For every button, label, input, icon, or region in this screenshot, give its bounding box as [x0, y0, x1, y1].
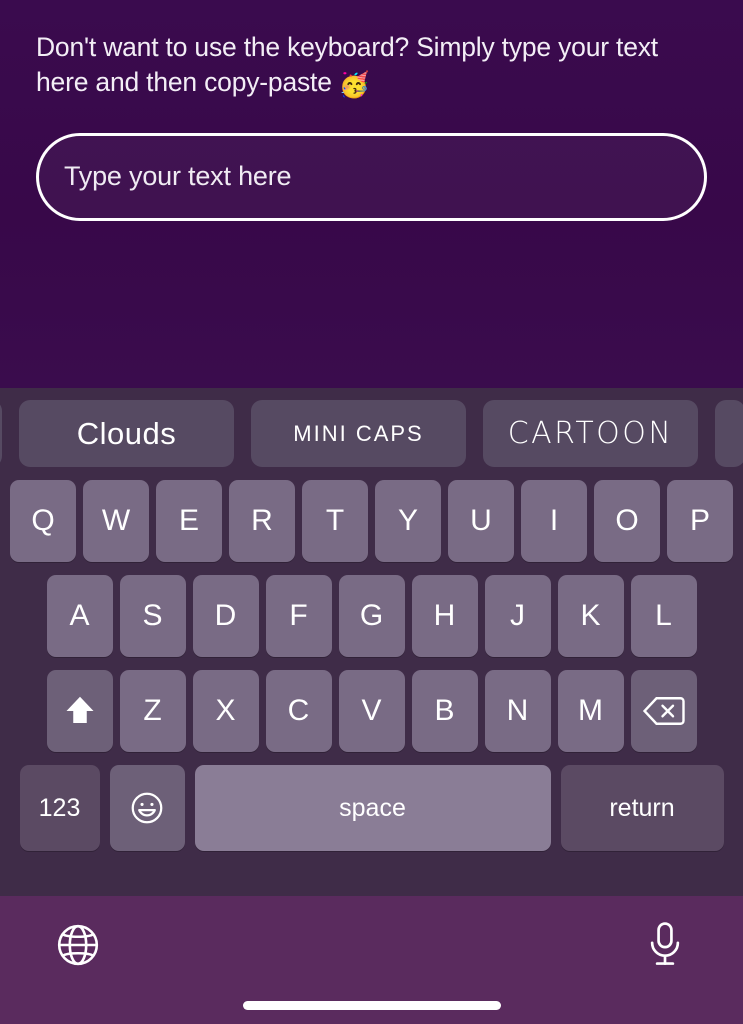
key-h[interactable]: H: [411, 575, 478, 657]
key-emoji[interactable]: [109, 765, 185, 851]
key-w[interactable]: W: [83, 480, 149, 562]
key-n[interactable]: N: [484, 670, 551, 752]
emoji-smiley-icon: [129, 790, 165, 826]
key-u[interactable]: U: [448, 480, 514, 562]
keyboard-row-3: Z X C V B N M: [0, 670, 743, 752]
key-e[interactable]: E: [156, 480, 222, 562]
key-j[interactable]: J: [484, 575, 551, 657]
globe-button[interactable]: [52, 921, 104, 973]
microphone-button[interactable]: [639, 921, 691, 973]
style-chip-partial-left[interactable]: [0, 400, 2, 467]
style-chip-partial-right[interactable]: [715, 400, 743, 467]
keyboard-row-2: A S D F G H J K L: [0, 575, 743, 657]
key-return[interactable]: return: [560, 765, 724, 851]
key-c[interactable]: C: [265, 670, 332, 752]
key-f[interactable]: F: [265, 575, 332, 657]
key-v[interactable]: V: [338, 670, 405, 752]
key-o[interactable]: O: [594, 480, 660, 562]
home-indicator-bar[interactable]: [242, 1001, 501, 1010]
style-chip-clouds[interactable]: Clouds: [19, 400, 234, 467]
font-style-track: Clouds MINI CAPS CARTOON: [0, 400, 743, 467]
microphone-dictation-icon: [643, 920, 687, 975]
key-y[interactable]: Y: [375, 480, 441, 562]
keyboard-bottom-bar: [0, 896, 743, 1024]
party-face-emoji-icon: 🥳: [338, 70, 370, 99]
key-g[interactable]: G: [338, 575, 405, 657]
cloud-decoration-top-icon: [71, 411, 183, 422]
app-content-area: Don't want to use the keyboard? Simply t…: [0, 0, 743, 388]
backspace-delete-icon: [642, 695, 685, 727]
key-d[interactable]: D: [192, 575, 259, 657]
keyboard-row-1: Q W E R T Y U I O P: [0, 480, 743, 562]
style-chip-cartoon-label: CARTOON: [507, 416, 674, 451]
keyboard: Clouds MINI CAPS CARTOON Q W E R T Y U I…: [0, 388, 743, 896]
prompt-text: Don't want to use the keyboard? Simply t…: [36, 30, 707, 102]
text-input[interactable]: [64, 161, 679, 193]
keyboard-row-4: 123 space return: [0, 765, 743, 851]
cloud-decoration-bottom-icon: [71, 447, 183, 458]
keyboard-rows: Q W E R T Y U I O P A S D F G H J K L Z …: [0, 480, 743, 851]
key-q[interactable]: Q: [10, 480, 76, 562]
key-x[interactable]: X: [192, 670, 259, 752]
style-chip-cartoon[interactable]: CARTOON: [483, 400, 698, 467]
key-z[interactable]: Z: [119, 670, 186, 752]
style-chip-mini-caps-label: MINI CAPS: [293, 420, 424, 446]
key-t[interactable]: T: [302, 480, 368, 562]
key-b[interactable]: B: [411, 670, 478, 752]
style-chip-mini-caps[interactable]: MINI CAPS: [251, 400, 466, 467]
key-r[interactable]: R: [229, 480, 295, 562]
shift-arrow-up-icon: [62, 693, 98, 729]
globe-language-icon: [54, 921, 102, 974]
key-shift[interactable]: [46, 670, 113, 752]
font-style-strip[interactable]: Clouds MINI CAPS CARTOON: [0, 388, 743, 480]
key-i[interactable]: I: [521, 480, 587, 562]
key-space[interactable]: space: [194, 765, 551, 851]
key-a[interactable]: A: [46, 575, 113, 657]
key-backspace[interactable]: [630, 670, 697, 752]
key-p[interactable]: P: [667, 480, 733, 562]
style-chip-clouds-inner: Clouds: [75, 416, 179, 452]
key-numbers[interactable]: 123: [19, 765, 100, 851]
text-input-container[interactable]: [36, 132, 707, 221]
key-m[interactable]: M: [557, 670, 624, 752]
key-s[interactable]: S: [119, 575, 186, 657]
key-l[interactable]: L: [630, 575, 697, 657]
key-k[interactable]: K: [557, 575, 624, 657]
